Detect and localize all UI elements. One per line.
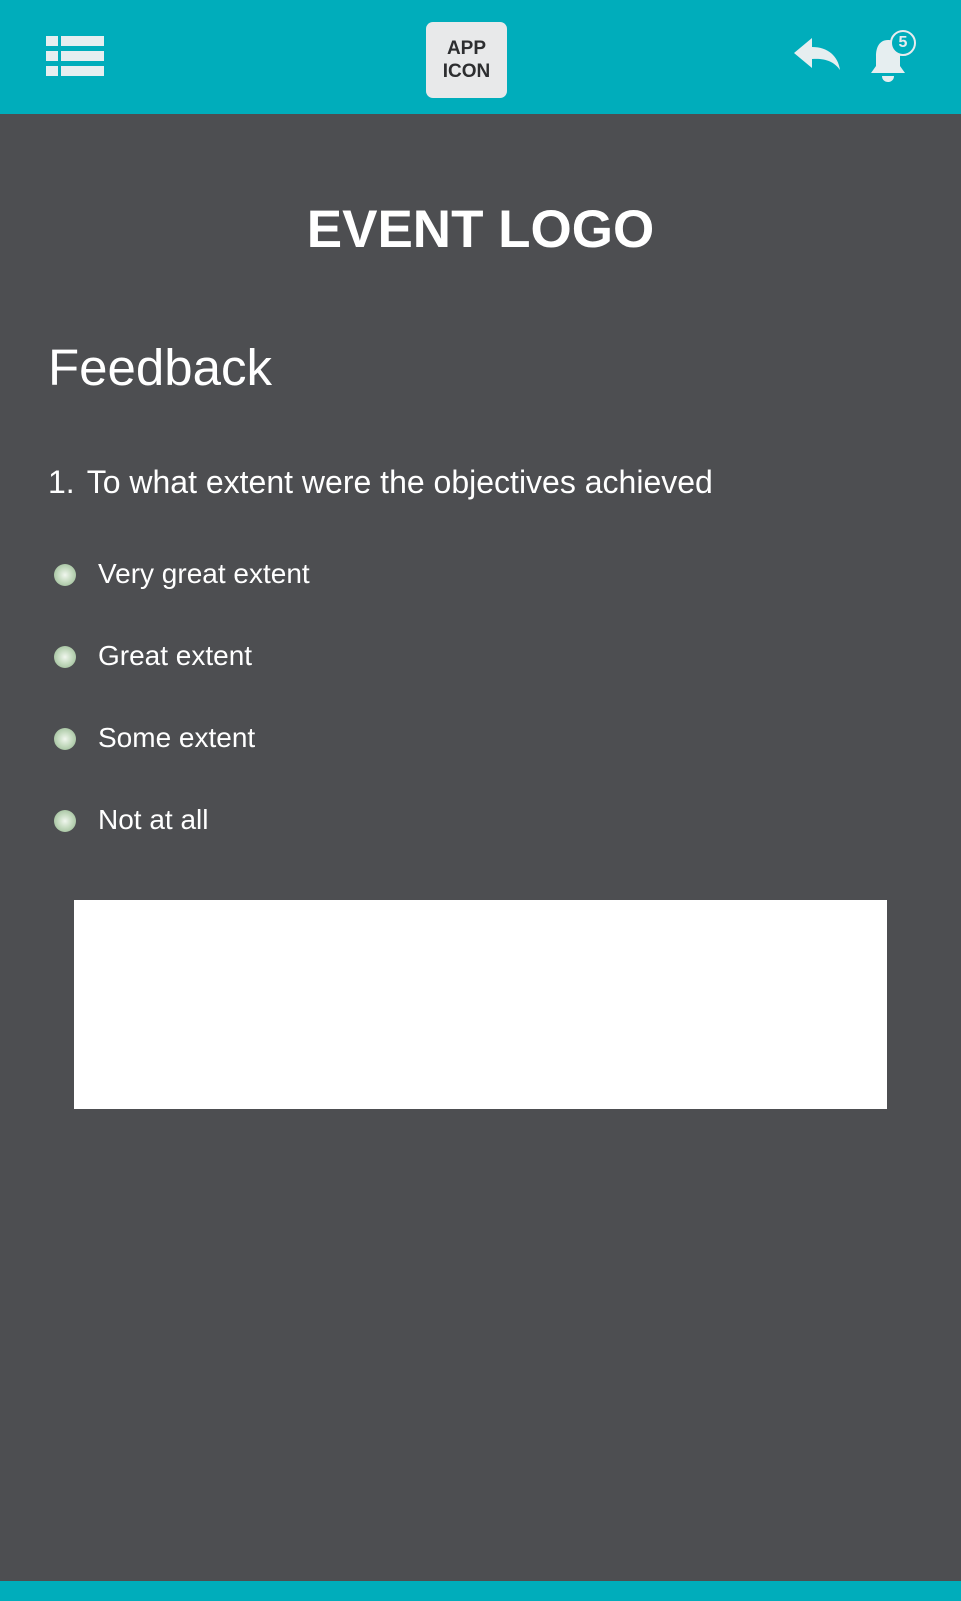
notifications-button[interactable]: 5: [868, 30, 920, 82]
app-screen: APP ICON 5 EVENT LOGO Feedback 1. To what…: [0, 0, 961, 1601]
question-text: 1. To what extent were the objectives ach…: [48, 462, 713, 502]
option-not-at-all[interactable]: Not at all: [52, 798, 652, 880]
answer-options: Very great extent Great extent Some exte…: [52, 552, 652, 880]
radio-button[interactable]: [54, 564, 76, 586]
question-number: 1.: [48, 464, 75, 500]
radio-button[interactable]: [54, 728, 76, 750]
page-title: Feedback: [48, 339, 272, 396]
comment-input[interactable]: [74, 900, 887, 1109]
notification-count-badge: 5: [890, 30, 916, 56]
option-label: Great extent: [98, 640, 253, 671]
option-great-extent[interactable]: Great extent: [52, 634, 652, 716]
option-very-great-extent[interactable]: Very great extent: [52, 552, 652, 634]
question-label: To what extent were the objectives achie…: [86, 464, 713, 500]
event-logo: EVENT LOGO: [306, 200, 655, 259]
option-some-extent[interactable]: Some extent: [52, 716, 652, 798]
radio-button[interactable]: [54, 646, 76, 668]
bottom-bar: [0, 1581, 961, 1601]
app-icon[interactable]: APP ICON: [426, 22, 507, 98]
option-label: Very great extent: [98, 558, 310, 589]
radio-button[interactable]: [54, 810, 76, 832]
list-icon[interactable]: [46, 36, 104, 76]
reply-arrow-icon[interactable]: [792, 36, 842, 74]
top-bar: APP ICON 5: [0, 0, 961, 114]
option-label: Not at all: [98, 804, 209, 835]
option-label: Some extent: [98, 722, 256, 753]
